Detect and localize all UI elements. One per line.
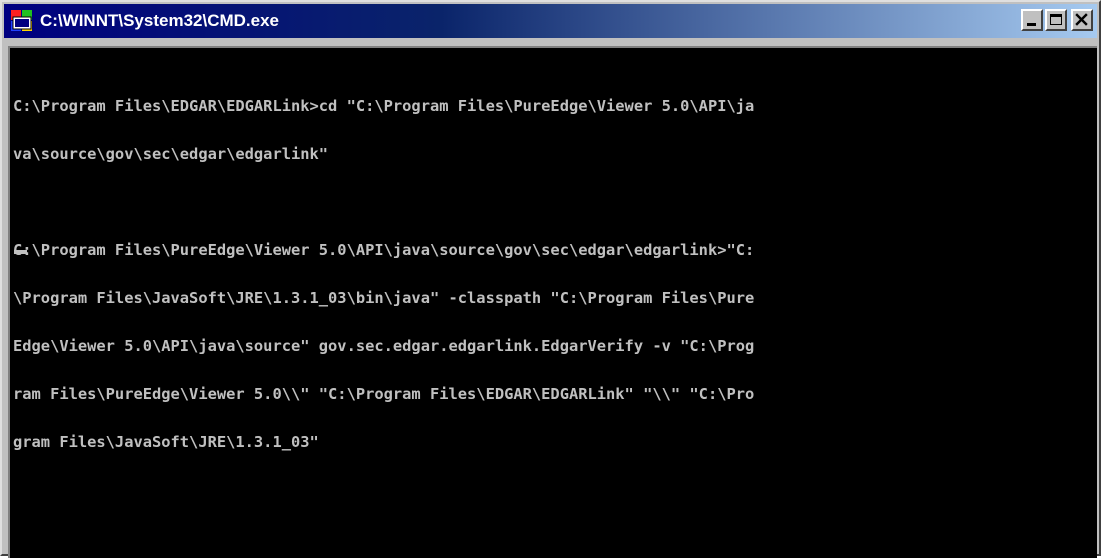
maximize-icon — [1050, 14, 1062, 25]
console-line: C:\Program Files\PureEdge\Viewer 5.0\API… — [13, 241, 755, 259]
minimize-button[interactable] — [1021, 9, 1043, 31]
window-controls — [1021, 9, 1093, 31]
minimize-icon — [1027, 23, 1036, 26]
console-output[interactable]: C:\Program Files\EDGAR\EDGARLink>cd "C:\… — [8, 46, 1097, 558]
window-title: C:\WINNT\System32\CMD.exe — [40, 11, 280, 30]
console-lines: C:\Program Files\EDGAR\EDGARLink>cd "C:\… — [13, 66, 754, 482]
cmd-window: C:\WINNT\System32\CMD.exe C:\Program Fil… — [0, 0, 1101, 558]
console-line: va\source\gov\sec\edgar\edgarlink" — [13, 145, 329, 163]
close-button[interactable] — [1071, 9, 1093, 31]
console-line: \Program Files\JavaSoft\JRE\1.3.1_03\bin… — [13, 289, 755, 307]
console-line: Edge\Viewer 5.0\API\java\source" gov.sec… — [13, 337, 755, 355]
text-cursor — [14, 250, 27, 254]
msdos-icon[interactable] — [10, 9, 34, 33]
console-line: ram Files\PureEdge\Viewer 5.0\\" "C:\Pro… — [13, 385, 755, 403]
maximize-button[interactable] — [1045, 9, 1067, 31]
console-line: gram Files\JavaSoft\JRE\1.3.1_03" — [13, 433, 319, 451]
title-bar[interactable]: C:\WINNT\System32\CMD.exe — [4, 4, 1097, 38]
console-line: C:\Program Files\EDGAR\EDGARLink>cd "C:\… — [13, 97, 755, 115]
close-icon — [1075, 13, 1088, 26]
